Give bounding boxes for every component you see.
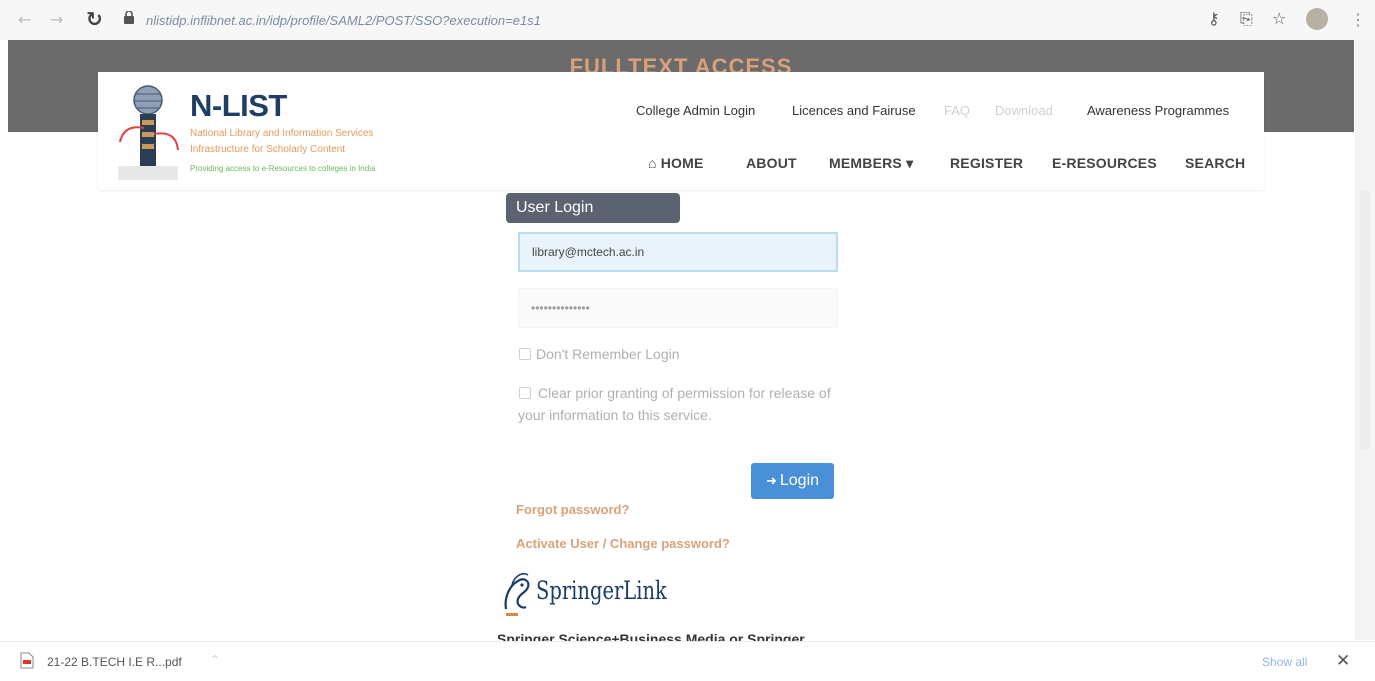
logo-title[interactable]: N-LIST (190, 88, 287, 124)
faq-link[interactable]: FAQ (944, 103, 970, 118)
nav-members[interactable]: MEMBERS ▾ (829, 155, 913, 172)
springerlink-logo[interactable]: SpringerLink (536, 576, 667, 605)
nav-eresources[interactable]: E-RESOURCES (1052, 155, 1157, 171)
address-bar[interactable]: nlistidp.inflibnet.ac.in/idp/profile/SAM… (146, 13, 541, 28)
nav-register[interactable]: REGISTER (950, 155, 1023, 171)
college-admin-login-link[interactable]: College Admin Login (636, 103, 755, 118)
awareness-programmes-link[interactable]: Awareness Programmes (1087, 103, 1229, 118)
login-button[interactable]: ➜ Login (751, 463, 834, 499)
login-button-label: Login (779, 472, 820, 489)
dont-remember-label: Don't Remember Login (536, 346, 680, 362)
profile-avatar[interactable] (1306, 8, 1328, 30)
lock-icon[interactable] (124, 11, 134, 24)
password-input[interactable] (518, 288, 838, 328)
page-scrollbar[interactable] (1355, 40, 1375, 640)
download-link[interactable]: Download (995, 103, 1053, 118)
key-icon[interactable]: ⚷ (1208, 9, 1220, 28)
browser-toolbar: ← → ↻ nlistidp.inflibnet.ac.in/idp/profi… (0, 0, 1375, 40)
star-icon[interactable]: ☆ (1272, 9, 1286, 28)
scrollbar-thumb[interactable] (1360, 190, 1370, 450)
back-arrow-icon[interactable]: ← (18, 10, 31, 29)
logo-subtitle-2: Infrastructure for Scholarly Content (190, 144, 346, 155)
chevron-up-icon[interactable]: ⌃ (210, 653, 220, 667)
logo-tagline: Providing access to e-Resources to colle… (190, 164, 376, 173)
nlist-logo-icon[interactable] (114, 84, 186, 184)
nav-members-label: MEMBERS (829, 155, 902, 171)
activate-user-link[interactable]: Activate User / Change password? (516, 536, 730, 551)
more-menu-icon[interactable]: ⋮ (1350, 10, 1366, 29)
username-input[interactable] (518, 232, 838, 272)
dont-remember-checkbox[interactable] (519, 348, 531, 360)
springer-caption: Springer Science+Business Media or Sprin… (497, 631, 805, 641)
nav-home-label: HOME (660, 155, 704, 171)
show-all-button[interactable]: Show all (1262, 655, 1307, 669)
nav-about[interactable]: ABOUT (746, 155, 797, 171)
login-heading-label: User Login (516, 199, 594, 216)
nav-home[interactable]: ⌂ HOME (648, 155, 704, 171)
licences-fairuse-link[interactable]: Licences and Fairuse (792, 103, 916, 118)
sign-in-icon: ➜ (765, 473, 777, 488)
close-icon[interactable]: ✕ (1336, 651, 1350, 671)
share-icon[interactable]: ⎘ (1240, 9, 1253, 29)
chevron-down-icon: ▾ (906, 155, 914, 171)
home-icon: ⌂ (648, 155, 657, 171)
forgot-password-link[interactable]: Forgot password? (516, 502, 629, 517)
nav-search[interactable]: SEARCH (1185, 155, 1245, 171)
download-bar: 21-22 B.TECH I.E R...pdf ⌃ Show all ✕ (0, 641, 1375, 681)
logo-subtitle: National Library and Information Service… (190, 128, 374, 139)
pdf-file-icon[interactable] (20, 652, 34, 669)
forward-arrow-icon[interactable]: → (50, 10, 63, 29)
clear-consent-label: Clear prior granting of permission for r… (518, 385, 831, 423)
login-heading: User Login (506, 193, 680, 223)
reload-icon[interactable]: ↻ (86, 7, 103, 31)
download-file-name[interactable]: 21-22 B.TECH I.E R...pdf (47, 655, 182, 669)
